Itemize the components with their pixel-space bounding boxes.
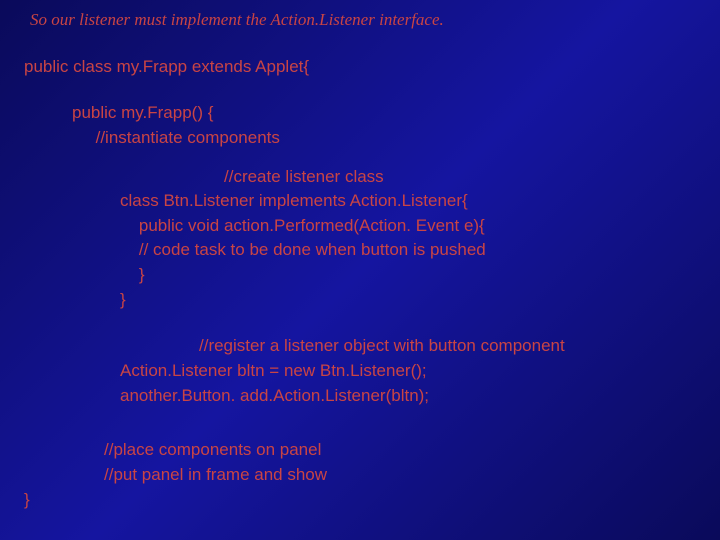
code-line: //put panel in frame and show <box>104 463 696 488</box>
code-line: Action.Listener bltn = new Btn.Listener(… <box>120 359 696 384</box>
code-line: public class my.Frapp extends Applet{ <box>24 55 696 80</box>
code-line: } <box>120 288 696 313</box>
intro-text: So our listener must implement the Actio… <box>30 8 696 33</box>
slide-body: So our listener must implement the Actio… <box>0 0 720 520</box>
code-line: public my.Frapp() { <box>72 101 696 126</box>
code-line: class Btn.Listener implements Action.Lis… <box>120 189 696 214</box>
code-line: //place components on panel <box>104 438 696 463</box>
code-line: another.Button. add.Action.Listener(bltn… <box>120 384 696 409</box>
code-line: //create listener class <box>224 165 696 190</box>
code-line: } <box>120 263 696 288</box>
code-line: //instantiate components <box>72 126 696 151</box>
code-line: // code task to be done when button is p… <box>120 238 696 263</box>
code-line: public void action.Performed(Action. Eve… <box>120 214 696 239</box>
code-line: //register a listener object with button… <box>199 334 696 359</box>
code-line: } <box>24 488 696 513</box>
